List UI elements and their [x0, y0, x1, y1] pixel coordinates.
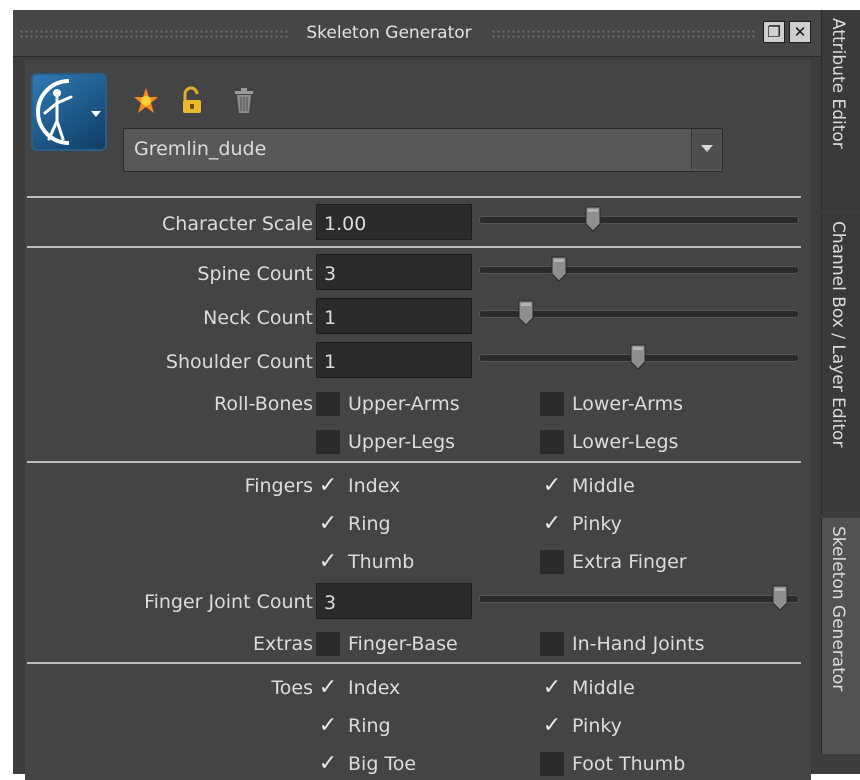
section-divider [27, 246, 801, 248]
upper-legs-label: Upper-Legs [348, 431, 456, 453]
character-scale-slider-handle[interactable] [585, 206, 601, 232]
finger-joint-count-field[interactable]: 3 [316, 583, 472, 619]
extras-label: Extras [252, 633, 313, 655]
finger-index-checkbox[interactable]: ✓ [316, 474, 340, 498]
neck-count-label: Neck Count [203, 307, 313, 329]
shoulder-count-slider-handle[interactable] [630, 344, 646, 370]
title-bar[interactable]: Skeleton Generator ❐ ✕ [13, 10, 823, 57]
character-scale-slider[interactable] [479, 216, 799, 224]
tab-skeleton-generator[interactable]: Skeleton Generator [821, 518, 860, 754]
foot-thumb-checkbox[interactable] [540, 752, 564, 776]
drag-grip-left[interactable] [19, 29, 289, 38]
finger-pinky-checkbox[interactable]: ✓ [540, 512, 564, 536]
toe-ring-label: Ring [348, 715, 391, 737]
character-scale-field[interactable]: 1.00 [316, 204, 472, 240]
neck-count-slider-handle[interactable] [518, 300, 534, 326]
toes-label: Toes [271, 677, 313, 699]
tab-channel-box-label: Channel Box / Layer Editor [828, 221, 848, 448]
big-toe-label: Big Toe [348, 753, 417, 775]
toe-index-label: Index [348, 677, 401, 699]
toe-pinky-label: Pinky [572, 715, 622, 737]
finger-thumb-label: Thumb [348, 551, 415, 573]
toe-pinky-checkbox[interactable]: ✓ [540, 714, 564, 738]
foot-thumb-label: Foot Thumb [572, 753, 686, 775]
spine-count-value: 3 [324, 263, 337, 285]
finger-ring-checkbox[interactable]: ✓ [316, 512, 340, 536]
fingers-label: Fingers [244, 475, 313, 497]
in-hand-joints-checkbox[interactable] [540, 632, 564, 656]
spine-count-label: Spine Count [197, 263, 313, 285]
neck-count-field[interactable]: 1 [316, 298, 472, 334]
spine-count-field[interactable]: 3 [316, 254, 472, 290]
tab-skeleton-generator-label: Skeleton Generator [828, 526, 848, 692]
finger-middle-checkbox[interactable]: ✓ [540, 474, 564, 498]
trash-icon[interactable] [231, 86, 257, 116]
create-star-icon[interactable] [133, 86, 159, 116]
character-scale-label: Character Scale [162, 213, 313, 235]
section-divider [27, 196, 801, 198]
finger-base-label: Finger-Base [348, 633, 458, 655]
shoulder-count-label: Shoulder Count [165, 351, 313, 373]
upper-arms-checkbox[interactable] [316, 392, 340, 416]
toe-middle-checkbox[interactable]: ✓ [540, 676, 564, 700]
roll-bones-label: Roll-Bones [214, 393, 313, 415]
chevron-down-icon[interactable] [691, 129, 722, 169]
finger-index-label: Index [348, 475, 401, 497]
shoulder-count-value: 1 [324, 351, 337, 373]
preset-dropdown[interactable]: Gremlin_dude [123, 128, 723, 172]
finger-thumb-checkbox[interactable]: ✓ [316, 550, 340, 574]
unlock-icon[interactable] [179, 86, 205, 116]
lower-arms-checkbox[interactable] [540, 392, 564, 416]
toe-index-checkbox[interactable]: ✓ [316, 676, 340, 700]
finger-joint-count-slider-handle[interactable] [772, 585, 788, 611]
close-icon[interactable]: ✕ [789, 21, 811, 43]
extra-finger-checkbox[interactable] [540, 550, 564, 574]
tab-attribute-editor-label: Attribute Editor [828, 18, 848, 149]
skeleton-generator-window: Skeleton Generator ❐ ✕ Attribute Editor … [13, 10, 860, 780]
drag-grip-right[interactable] [491, 29, 757, 38]
extra-finger-label: Extra Finger [572, 551, 687, 573]
preset-name: Gremlin_dude [134, 138, 267, 160]
shoulder-count-field[interactable]: 1 [316, 342, 472, 378]
toe-middle-label: Middle [572, 677, 635, 699]
tab-channel-box[interactable]: Channel Box / Layer Editor [821, 213, 860, 515]
skeleton-logo-icon[interactable] [31, 73, 107, 151]
lower-legs-checkbox[interactable] [540, 430, 564, 454]
finger-joint-count-label: Finger Joint Count [144, 591, 313, 613]
tab-attribute-editor[interactable]: Attribute Editor [821, 10, 860, 210]
finger-ring-label: Ring [348, 513, 391, 535]
upper-arms-label: Upper-Arms [348, 393, 460, 415]
lower-arms-label: Lower-Arms [572, 393, 684, 415]
neck-count-value: 1 [324, 307, 337, 329]
in-hand-joints-label: In-Hand Joints [572, 633, 705, 655]
float-window-icon[interactable]: ❐ [763, 21, 785, 43]
spine-count-slider-handle[interactable] [551, 256, 567, 282]
section-divider [27, 461, 801, 463]
finger-joint-count-value: 3 [324, 592, 337, 614]
big-toe-checkbox[interactable]: ✓ [316, 752, 340, 776]
finger-joint-count-slider[interactable] [479, 595, 799, 603]
finger-base-checkbox[interactable] [316, 632, 340, 656]
finger-middle-label: Middle [572, 475, 635, 497]
lower-legs-label: Lower-Legs [572, 431, 679, 453]
character-scale-value: 1.00 [324, 213, 367, 235]
toe-ring-checkbox[interactable]: ✓ [316, 714, 340, 738]
upper-legs-checkbox[interactable] [316, 430, 340, 454]
finger-pinky-label: Pinky [572, 513, 622, 535]
section-divider [27, 662, 801, 664]
window-title: Skeleton Generator [306, 23, 472, 43]
spine-count-slider[interactable] [479, 266, 799, 274]
